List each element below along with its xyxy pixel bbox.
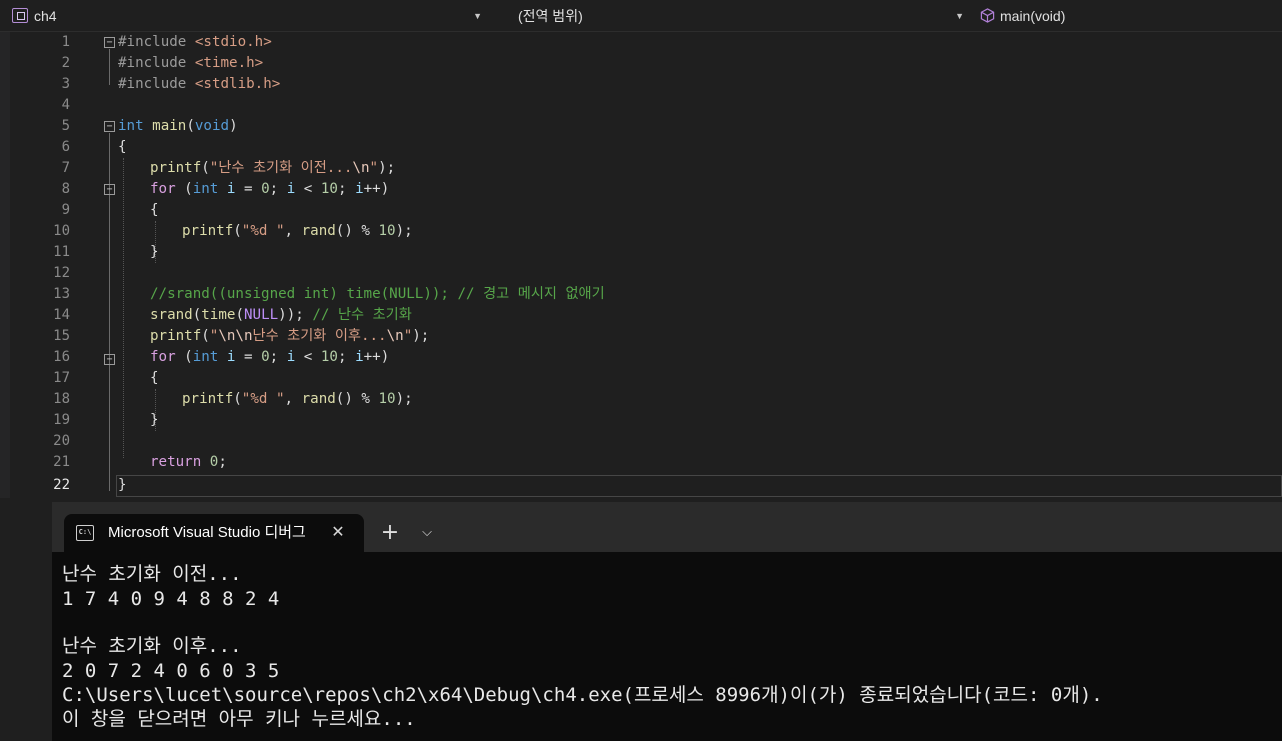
collapse-icon[interactable]: − (104, 37, 115, 48)
output-line: 난수 초기화 이전... (62, 563, 242, 585)
code-line: printf("%d ", rand() % 10); (182, 391, 413, 407)
line-number: 11 (53, 244, 70, 260)
navigation-bar: ch4 ▼ (전역 범위) ▼ main(void) (0, 0, 1282, 32)
output-line: C:\Users\lucet\source\repos\ch2\x64\Debu… (62, 684, 1103, 706)
line-number: 8 (61, 181, 70, 197)
cube-icon (980, 8, 995, 23)
line-number: 2 (61, 55, 70, 71)
indent-guide (123, 158, 124, 458)
code-line: #include <stdio.h> (118, 34, 272, 50)
terminal-tab-title: Microsoft Visual Studio 디버그 (108, 524, 306, 541)
line-number: 9 (61, 202, 70, 218)
line-number: 18 (53, 391, 70, 407)
chevron-down-icon[interactable]: ⌵ (417, 521, 437, 545)
code-line: #include <stdlib.h> (118, 76, 281, 92)
code-line: int main(void) (118, 118, 238, 134)
line-number: 10 (53, 223, 70, 239)
chevron-down-icon: ▼ (955, 11, 964, 21)
terminal-tab-bar: C:\ Microsoft Visual Studio 디버그 ✕ + ⌵ (52, 502, 1282, 552)
line-number: 5 (61, 118, 70, 134)
fold-line (109, 49, 110, 85)
code-line: { (118, 139, 127, 155)
line-number: 6 (61, 139, 70, 155)
project-dropdown[interactable]: ch4 ▼ (10, 4, 488, 28)
line-number: 3 (61, 76, 70, 92)
code-line: printf("\n\n난수 초기화 이후...\n"); (150, 328, 430, 344)
chevron-down-icon: ▼ (473, 11, 482, 21)
code-editor[interactable]: 1 2 3 4 5 6 7 8 9 10 11 12 13 14 15 16 1… (0, 32, 1282, 498)
code-line: { (150, 370, 159, 386)
terminal-tab[interactable]: C:\ Microsoft Visual Studio 디버그 ✕ (64, 514, 364, 552)
code-line: } (150, 412, 159, 428)
line-number: 1 (61, 34, 70, 50)
line-number: 17 (53, 370, 70, 386)
output-line: 2 0 7 2 4 0 6 0 3 5 (62, 660, 280, 682)
code-line: } (150, 244, 159, 260)
collapse-icon[interactable]: − (104, 121, 115, 132)
code-line: for (int i = 0; i < 10; i++) (150, 181, 390, 197)
line-number: 19 (53, 412, 70, 428)
output-line: 1 7 4 0 9 4 8 8 2 4 (62, 588, 280, 610)
editor-margin (0, 32, 10, 498)
code-line: printf("난수 초기화 이전...\n"); (150, 160, 396, 176)
collapse-icon[interactable]: − (104, 354, 115, 365)
code-comment-line: //srand((unsigned int) time(NULL)); // 경… (150, 286, 605, 302)
code-line: printf("%d ", rand() % 10); (182, 223, 413, 239)
line-number: 7 (61, 160, 70, 176)
code-line: for (int i = 0; i < 10; i++) (150, 349, 390, 365)
project-label: ch4 (34, 8, 57, 24)
line-number: 12 (53, 265, 70, 281)
line-number: 14 (53, 307, 70, 323)
line-number: 21 (53, 454, 70, 470)
line-number: 15 (53, 328, 70, 344)
member-label: main(void) (1000, 8, 1066, 24)
close-icon[interactable]: ✕ (328, 522, 348, 542)
line-number: 4 (61, 97, 70, 113)
code-line: return 0; (150, 454, 227, 470)
debug-console-window[interactable]: C:\ Microsoft Visual Studio 디버그 ✕ + ⌵ 난수… (52, 502, 1282, 741)
line-number: 16 (53, 349, 70, 365)
output-line: 이 창을 닫으려면 아무 키나 누르세요... (62, 708, 416, 730)
scope-dropdown[interactable]: (전역 범위) ▼ (492, 4, 970, 28)
output-line: 난수 초기화 이후... (62, 635, 242, 657)
project-icon (12, 8, 28, 23)
line-number-current: 22 (53, 477, 70, 493)
code-line: srand(time(NULL)); // 난수 초기화 (150, 307, 412, 323)
code-line-current: } (118, 477, 127, 493)
console-icon: C:\ (76, 525, 94, 541)
code-line: #include <time.h> (118, 55, 264, 71)
code-line: { (150, 202, 159, 218)
collapse-icon[interactable]: − (104, 184, 115, 195)
member-dropdown[interactable]: main(void) (974, 4, 1282, 28)
scope-label: (전역 범위) (518, 8, 583, 24)
current-line-highlight (116, 475, 1282, 497)
line-number: 20 (53, 433, 70, 449)
line-number: 13 (53, 286, 70, 302)
new-tab-button[interactable]: + (378, 521, 402, 545)
